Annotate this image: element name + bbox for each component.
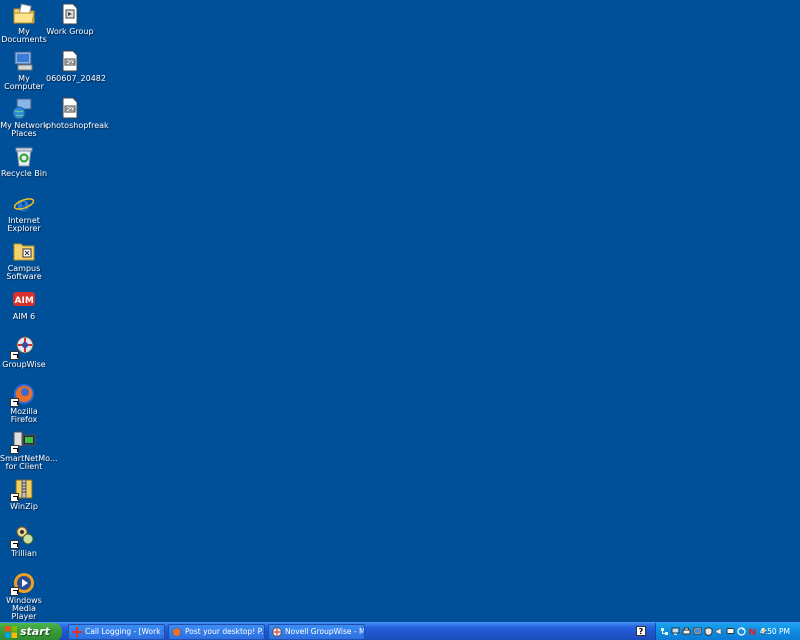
- shortcut-arrow-icon: [10, 540, 19, 549]
- computer-icon: [12, 49, 36, 73]
- desktop-icon-windows-media-player[interactable]: Windows Media Player: [0, 571, 48, 621]
- desktop-icon-060607-20482[interactable]: PSD 060607_20482: [46, 49, 106, 83]
- image-file-icon: PSD: [58, 49, 82, 73]
- desktop-icon-label: Internet Explorer: [7, 216, 41, 233]
- desktop-icon-label: My Computer: [4, 74, 44, 91]
- desktop-icon-smartnetmo[interactable]: SmartNetMo... for Client: [0, 429, 58, 471]
- desktop-icon-label: AIM 6: [12, 312, 36, 321]
- desktop-icon-label: Work Group: [46, 27, 94, 36]
- desktop-icon-label: Mozilla Firefox: [10, 407, 38, 424]
- svg-text:PSD: PSD: [66, 60, 76, 66]
- desktop-icon-label: photoshopfreak: [46, 121, 109, 130]
- svg-text:PSD: PSD: [66, 107, 76, 113]
- network-places-icon: [12, 96, 36, 120]
- desktop-icon-mozilla-firefox[interactable]: Mozilla Firefox: [0, 382, 48, 424]
- shortcut-arrow-icon: [10, 493, 19, 502]
- desktop-icon-trillian[interactable]: Trillian: [0, 524, 48, 558]
- aim-icon: AIM: [12, 287, 36, 311]
- recycle-bin-icon: [12, 144, 36, 168]
- chat-tray-icon[interactable]: [726, 627, 735, 636]
- help-button[interactable]: ?: [636, 626, 646, 636]
- desktop-icon-recycle-bin[interactable]: Recycle Bin: [0, 144, 48, 178]
- desktop-icon-work-group[interactable]: Work Group: [46, 2, 94, 36]
- security-tray-icon[interactable]: [704, 626, 713, 637]
- desktop-icon-internet-explorer[interactable]: e Internet Explorer: [0, 191, 48, 233]
- desktop-icon-aim-6[interactable]: AIM AIM 6: [0, 287, 48, 321]
- svg-text:AIM: AIM: [15, 296, 34, 306]
- desktop-icon-label: Windows Media Player: [6, 596, 42, 621]
- firefox-icon: [10, 382, 36, 407]
- system-tray: N 4:50 PM: [655, 623, 800, 640]
- shortcut-arrow-icon: [10, 351, 19, 360]
- desktop-icon-label: WinZip: [10, 502, 38, 511]
- network-tray-icon[interactable]: [660, 627, 669, 636]
- windows-flag-icon: [5, 626, 17, 638]
- document-icon: [58, 2, 82, 26]
- taskbar-item-novell-groupwise[interactable]: Novell GroupWise - M...: [268, 624, 365, 640]
- desktop-icon-my-computer[interactable]: My Computer: [0, 49, 48, 91]
- desktop-icon-label: Recycle Bin: [0, 169, 48, 178]
- internet-explorer-icon: e: [12, 191, 36, 215]
- taskbar: start Call Logging - [Work ... Post your…: [0, 622, 800, 640]
- image-file-icon: PSD: [58, 96, 82, 120]
- desktop-icon-label: My Network Places: [0, 121, 48, 138]
- desktop-icon-my-documents[interactable]: My Documents: [0, 2, 48, 44]
- desktop-icon-label: Trillian: [11, 549, 37, 558]
- desktop: My Documents My Computer My Network Plac…: [0, 0, 800, 622]
- task-label: Novell GroupWise - M...: [285, 627, 365, 636]
- desktop-icon-winzip[interactable]: WinZip: [0, 477, 48, 511]
- shortcut-arrow-icon: [10, 398, 19, 407]
- desktop-icon-campus-software[interactable]: Campus Software: [0, 239, 48, 281]
- printer-tray-icon[interactable]: [682, 627, 691, 636]
- start-label: start: [20, 625, 50, 638]
- antivirus-tray-icon[interactable]: N: [748, 627, 757, 638]
- desktop-icon-photoshopfreak[interactable]: PSD photoshopfreak: [46, 96, 109, 130]
- desktop-icon-label: Campus Software: [6, 264, 42, 281]
- groupwise-icon: [272, 627, 282, 637]
- trillian-icon: [10, 524, 36, 549]
- monitor-tray-icon[interactable]: [671, 627, 680, 636]
- taskbar-item-call-logging[interactable]: Call Logging - [Work ...: [68, 624, 165, 640]
- shortcut-arrow-icon: [10, 587, 19, 596]
- desktop-icon-label: 060607_20482: [46, 74, 106, 83]
- taskbar-item-post-your-desktop[interactable]: Post your desktop! P...: [168, 624, 265, 640]
- task-label: Call Logging - [Work ...: [85, 627, 165, 636]
- volume-tray-icon[interactable]: [715, 627, 724, 636]
- media-player-icon: [10, 571, 36, 596]
- clock[interactable]: 4:50 PM: [760, 623, 790, 640]
- folder-documents-icon: [12, 2, 36, 26]
- desktop-icon-label: SmartNetMo... for Client: [0, 454, 58, 471]
- desktop-icon-label: My Documents: [1, 27, 47, 44]
- svg-text:N: N: [749, 628, 757, 636]
- desktop-icon-my-network-places[interactable]: My Network Places: [0, 96, 48, 138]
- desktop-icon-groupwise[interactable]: GroupWise: [0, 335, 48, 369]
- call-logging-icon: [72, 627, 82, 637]
- winzip-icon: [10, 477, 36, 502]
- groupwise-icon: [10, 335, 36, 360]
- desktop-icon-label: GroupWise: [2, 360, 46, 369]
- display-tray-icon[interactable]: [693, 627, 702, 636]
- smartnet-icon: [10, 429, 36, 454]
- folder-icon: [12, 239, 36, 263]
- shortcut-arrow-icon: [10, 445, 19, 454]
- update-tray-icon[interactable]: [737, 627, 746, 636]
- task-label: Post your desktop! P...: [185, 627, 265, 636]
- svg-text:e: e: [17, 192, 30, 215]
- firefox-icon: [172, 627, 182, 637]
- start-button[interactable]: start: [0, 623, 62, 640]
